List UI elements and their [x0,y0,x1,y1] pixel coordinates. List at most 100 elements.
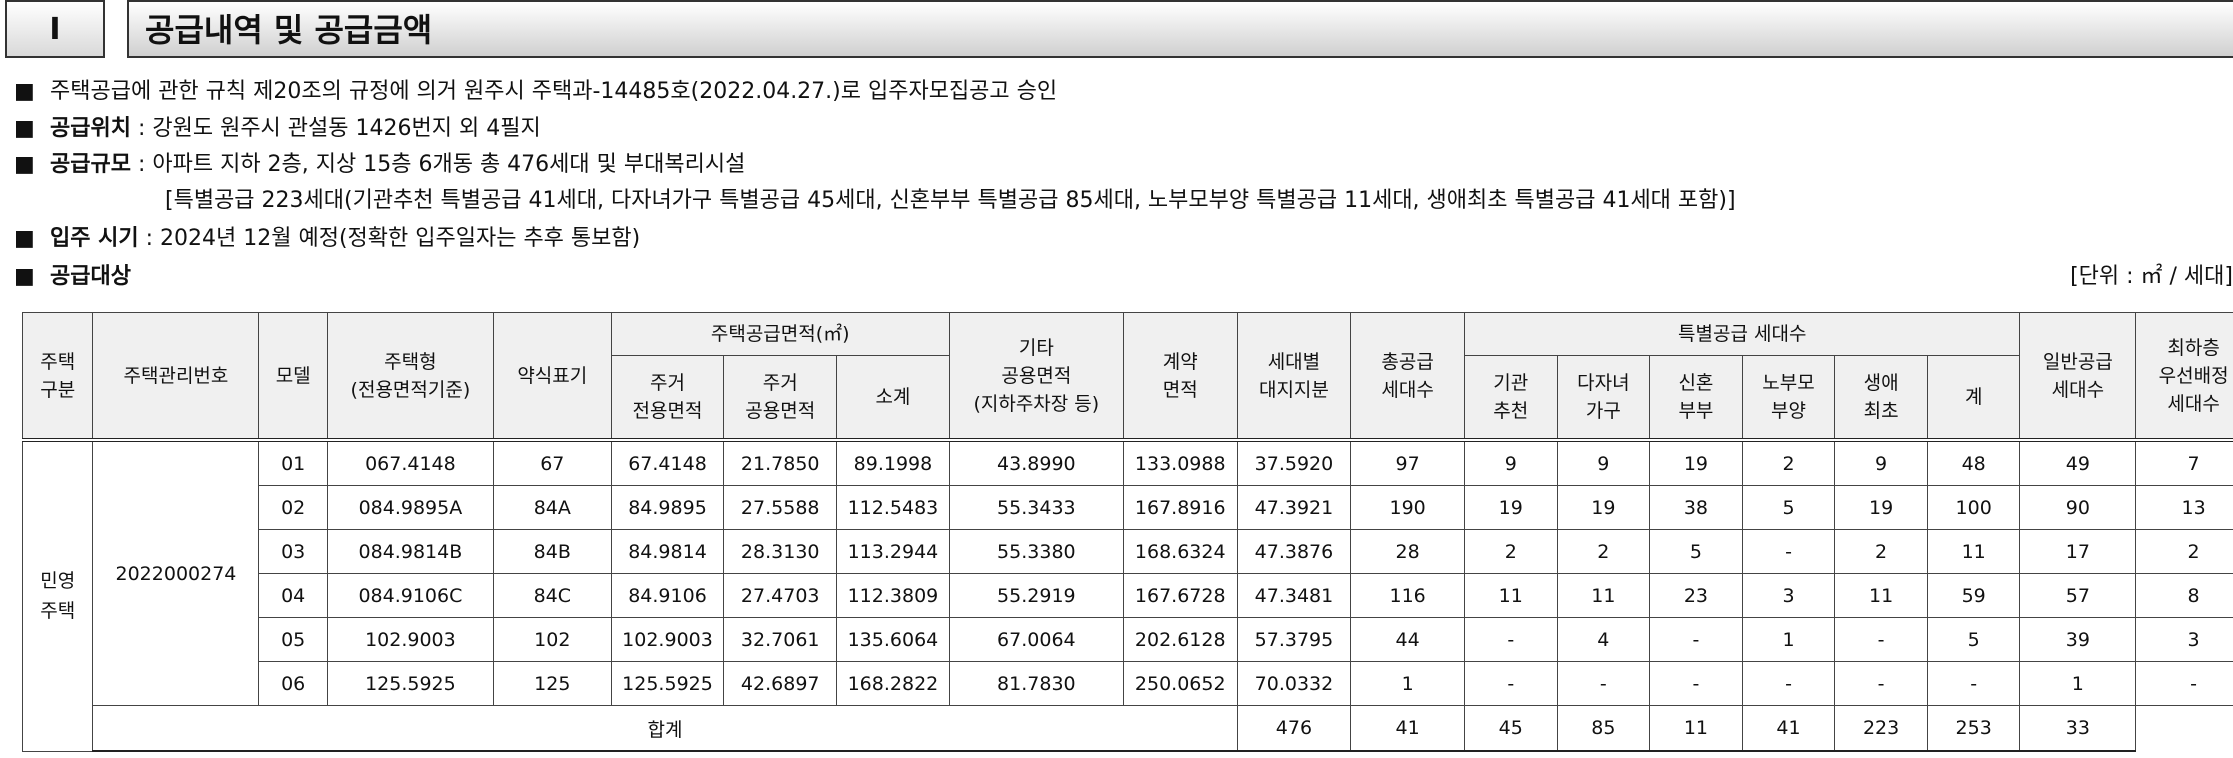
table-cell: 102.9003 [610,617,725,662]
table-cell: 084.9895A [326,485,494,530]
table-cell: 11 [1463,573,1558,618]
section-title: 공급내역 및 공급금액 [127,0,2233,58]
table-cell: 97 [1350,439,1465,486]
table-cell: 55.2919 [948,573,1124,618]
movein-line: ■ 입주 시기 : 2024년 12월 예정(정확한 입주일자는 추후 통보함) [14,224,640,254]
header-private-area: 주거 전용면적 [610,355,725,441]
table-cell: 125.5925 [610,661,725,706]
table-cell: 112.3809 [836,573,950,618]
header-general: 일반공급 세대수 [2019,312,2137,441]
table-cell: 02 [258,485,328,530]
table-body: 민영 주택 2022000274 01 067.4148 67 67.4148 21.785… [21,439,2233,752]
table-cell: - [1834,661,1928,706]
table-cell: 39 [2019,617,2137,662]
table-cell: 5 [1741,485,1836,530]
table-cell: 67.4148 [610,439,725,486]
table-cell: 23 [1649,573,1743,618]
table-cell: 05 [258,617,328,662]
table-cell: 19 [1834,485,1928,530]
table-cell: 55.3380 [948,529,1124,574]
table-cell: 133.0988 [1122,439,1238,486]
table-cell: 48 [1926,439,2021,486]
header-land-share: 세대별 대지지분 [1236,312,1352,441]
table-cell: 167.6728 [1122,573,1238,618]
table-cell: 9 [1556,439,1651,486]
table-cell: 67 [492,439,612,486]
table-cell: 125 [492,661,612,706]
table-cell: 11 [1556,573,1651,618]
movein-value: : 2024년 12월 예정(정확한 입주일자는 추후 통보함) [138,226,641,251]
header-institution: 기관 추천 [1463,355,1558,441]
table-cell: - [1649,617,1743,662]
table-cell: 44 [1350,617,1465,662]
table-cell: 1 [1741,617,1836,662]
table-cell: 19 [1649,439,1743,486]
table-cell: 03 [258,529,328,574]
table-row: 06 125.5925 125 125.5925 42.6897 168.2822 81.7… [23,661,2233,706]
table-cell: 19 [1556,485,1651,530]
header-contract-area: 계약 면적 [1122,312,1238,441]
table-cell: - [1741,661,1836,706]
table-cell: 1 [2019,661,2137,706]
table-cell: 102.9003 [326,617,494,662]
table-cell: 125.5925 [326,661,494,706]
table-cell: 84C [492,573,612,618]
table-cell: 55.3433 [948,485,1124,530]
supply-table: 주택 구분 주택관리번호 모델 주택형 (전용면적기준) 약식표기 주택공급면적… [21,312,2233,752]
table-cell: - [1556,661,1651,706]
header-other-common: 기타 공용면적 (지하주차장 등) [948,312,1124,441]
header-total-units: 총공급 세대수 [1350,312,1465,441]
header-house-type: 주택형 (전용면적기준) [326,312,494,441]
table-cell: 4 [1556,617,1651,662]
table-cell: 5 [1649,529,1743,574]
table-cell: 2 [2135,529,2233,574]
table-cell: 3 [2135,617,2233,662]
location-value: : 강원도 원주시 관설동 1426번지 외 4필지 [130,116,541,141]
table-cell: 28.3130 [723,529,838,574]
table-cell: 47.3921 [1236,485,1352,530]
table-row: 02 084.9895A 84A 84.9895 27.5588 112.5483 55.3… [23,485,2233,530]
table-cell: 38 [1649,485,1743,530]
table-row: 04 084.9106C 84C 84.9106 27.4703 112.3809 55.2… [23,573,2233,618]
bullet-icon: ■ [14,116,35,141]
table-cell: 168.6324 [1122,529,1238,574]
table-cell: 9 [1463,439,1558,486]
table-cell: 47.3876 [1236,529,1352,574]
table-cell: 84.9814 [610,529,725,574]
table-cell: 32.7061 [723,617,838,662]
table-cell: 17 [2019,529,2137,574]
target-label: 공급대상 [50,264,131,289]
table-cell: 37.5920 [1236,439,1352,486]
table-cell: 112.5483 [836,485,950,530]
header-model: 모델 [258,312,328,441]
table-cell: 27.5588 [723,485,838,530]
table-cell: 84.9106 [610,573,725,618]
section-header: I 공급내역 및 공급금액 [0,0,2233,60]
table-cell: 84.9895 [610,485,725,530]
bullet-icon: ■ [14,152,35,177]
header-newlywed: 신혼 부부 [1649,355,1743,441]
bullet-icon: ■ [14,79,35,104]
table-cell: 7 [2135,439,2233,486]
section-number: I [5,0,105,58]
table-cell: 084.9814B [326,529,494,574]
movein-label: 입주 시기 [50,226,139,251]
table-cell: 90 [2019,485,2137,530]
table-cell: 89.1998 [836,439,950,486]
table-cell: 81.7830 [948,661,1124,706]
total-cell: 476 [1236,705,1352,752]
bullet-icon: ■ [14,264,35,289]
table-cell: 67.0064 [948,617,1124,662]
header-common-area: 주거 공용면적 [723,355,838,441]
table-row: 05 102.9003 102 102.9003 32.7061 135.6064 67.0… [23,617,2233,662]
table-cell: 1 [1350,661,1465,706]
location-label: 공급위치 [50,116,131,141]
approval-line: ■ 주택공급에 관한 규칙 제20조의 규정에 의거 원주시 주택과-14485호… [14,77,1057,107]
scale-line: ■ 공급규모 : 아파트 지하 2층, 지상 15층 6개동 총 476세대 및 … [14,150,745,180]
mgmt-no-cell: 2022000274 [92,439,260,706]
scale-label: 공급규모 [50,152,131,177]
table-cell: 2 [1556,529,1651,574]
table-cell: 59 [1926,573,2021,618]
table-cell: 47.3481 [1236,573,1352,618]
table-cell: 250.0652 [1122,661,1238,706]
